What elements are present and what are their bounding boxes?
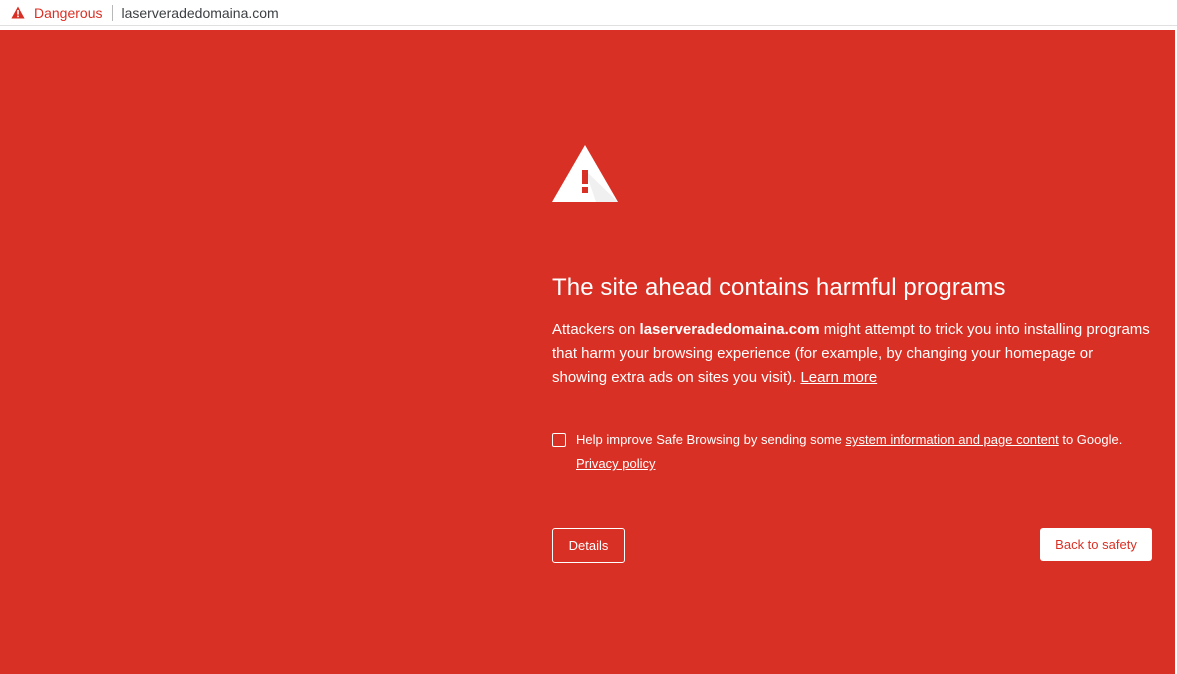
- privacy-policy-link[interactable]: Privacy policy: [576, 456, 655, 471]
- optin-label[interactable]: Help improve Safe Browsing by sending so…: [576, 428, 1156, 476]
- optin-checkbox[interactable]: [552, 433, 566, 447]
- system-info-link[interactable]: system information and page content: [846, 432, 1059, 447]
- warning-triangle-icon[interactable]: [11, 6, 25, 19]
- address-bar[interactable]: Dangerous laserveradedomaina.com: [0, 0, 1177, 26]
- optin-prefix: Help improve Safe Browsing by sending so…: [576, 432, 846, 447]
- page-heading: The site ahead contains harmful programs: [552, 274, 1006, 301]
- omnibox-content: Dangerous laserveradedomaina.com: [11, 4, 279, 21]
- omnibox-separator: [111, 4, 113, 21]
- optin-suffix: to Google.: [1058, 432, 1123, 447]
- learn-more-link[interactable]: Learn more: [800, 369, 877, 386]
- warning-triangle-icon: [552, 145, 618, 202]
- dangerous-domain: laserveradedomaina.com: [639, 321, 820, 338]
- url-text[interactable]: laserveradedomaina.com: [122, 5, 279, 21]
- description-prefix: Attackers on: [552, 321, 640, 338]
- back-to-safety-button[interactable]: Back to safety: [1040, 528, 1152, 561]
- details-button[interactable]: Details: [552, 528, 625, 563]
- security-status-label[interactable]: Dangerous: [34, 5, 103, 21]
- warning-description: Attackers on laserveradedomaina.com migh…: [552, 318, 1152, 390]
